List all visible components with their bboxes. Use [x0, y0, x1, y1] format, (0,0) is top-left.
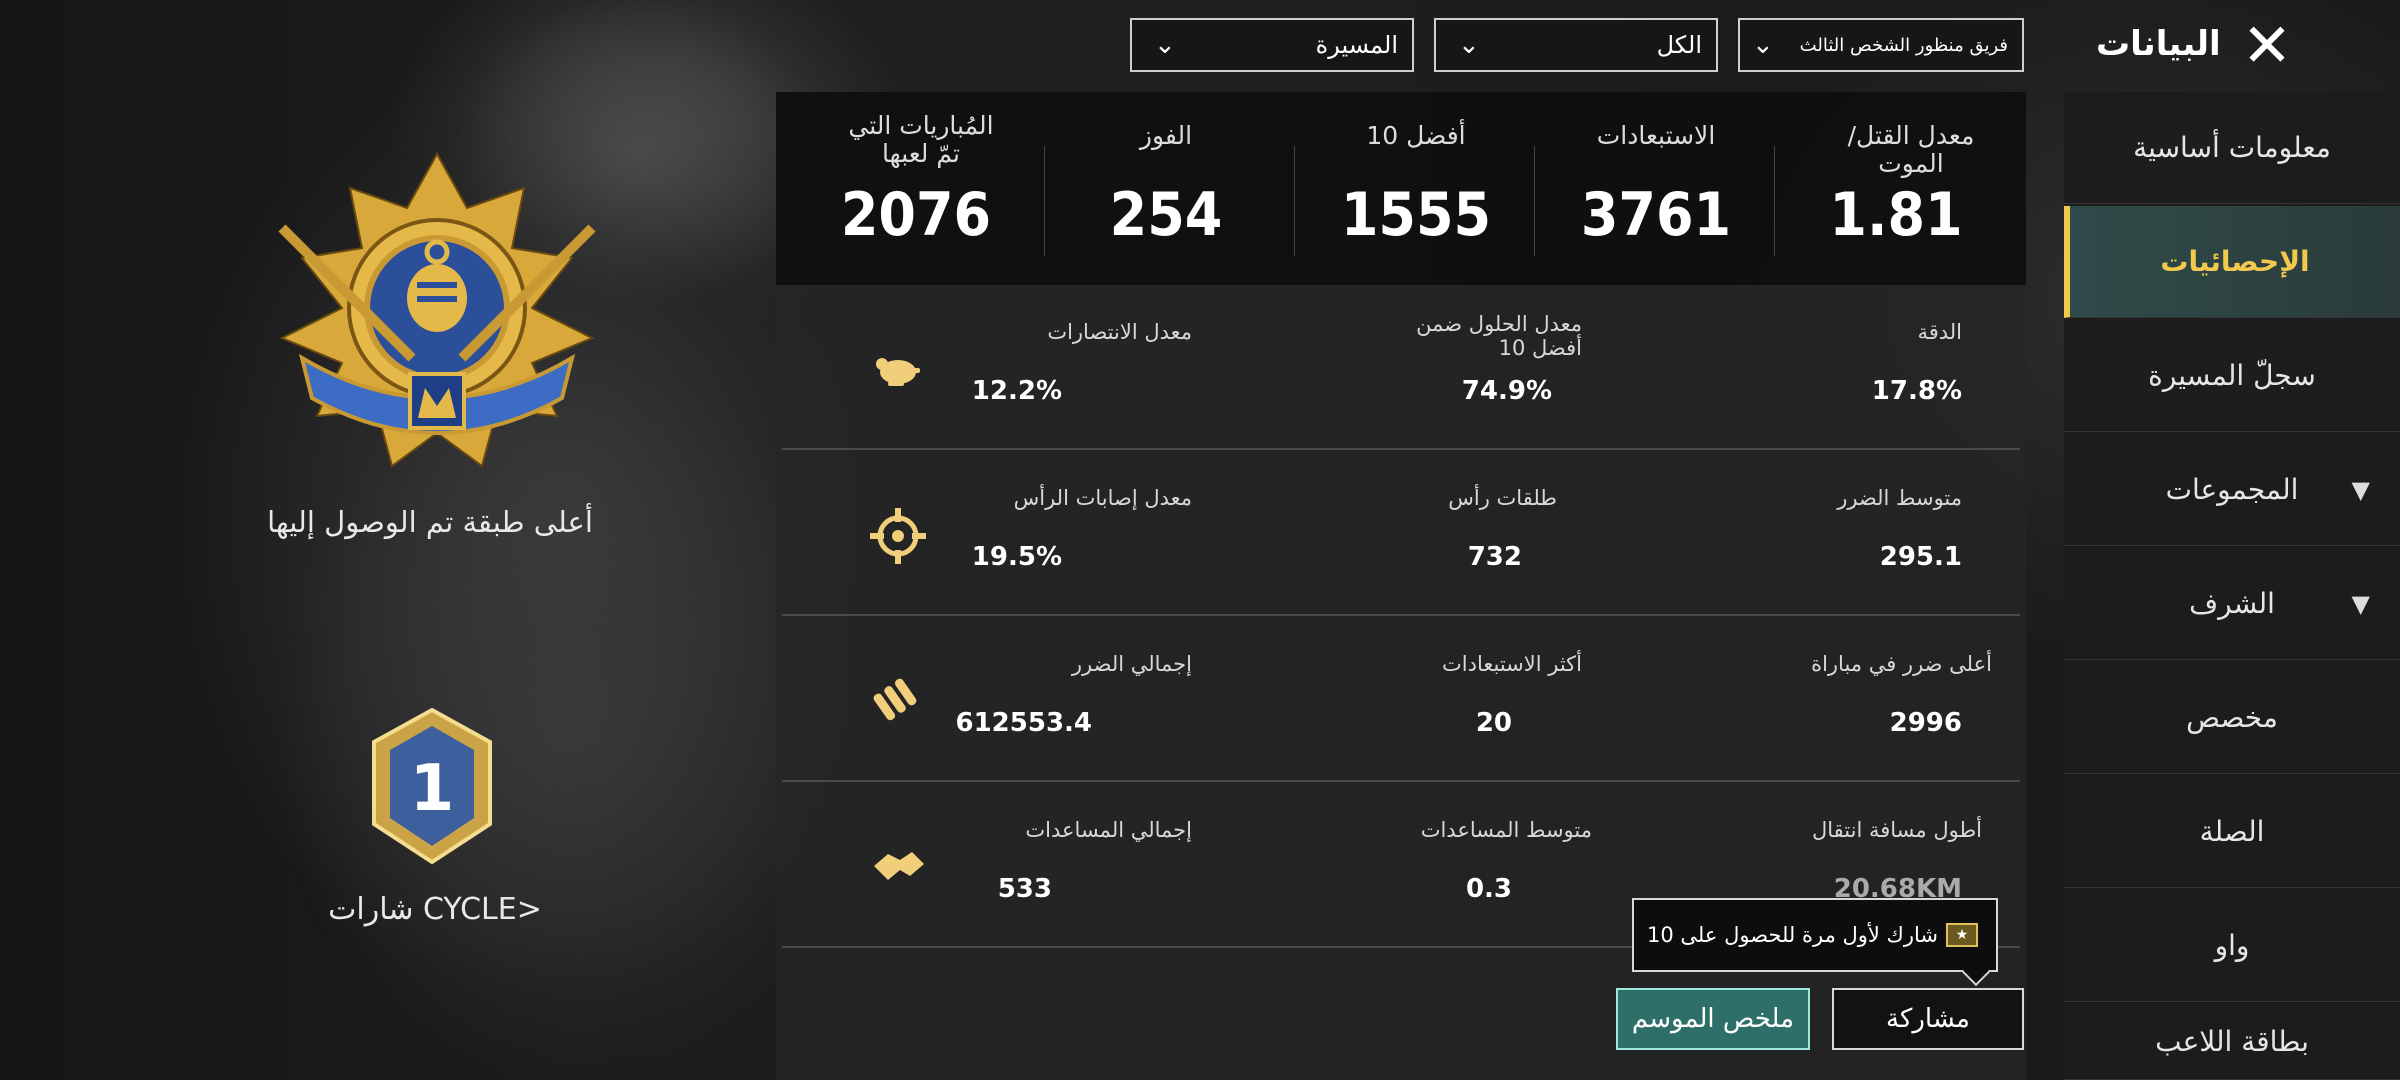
sidebar-item-wow[interactable]: واو [2064, 890, 2400, 1002]
close-icon[interactable]: ✕ [2232, 16, 2302, 76]
stat-top10-rate: معدل الحلول ضمن أفضل 10 74.9% [1416, 312, 1582, 406]
crosshair-icon [870, 508, 926, 564]
stat-total-assists: إجمالي المساعدات 533 [997, 818, 1192, 904]
triangle-down-icon: ▼ [2351, 475, 2370, 504]
summary-strip: معدل القتل/ الموت 1.81 الاستبعادات 3761 … [776, 92, 2026, 285]
summary-matches: المُباريات التي تمّ لعبها 2076 [840, 111, 994, 251]
stat-most-eliminations: أكثر الاستبعادات 20 [1442, 652, 1582, 738]
season-dropdown[interactable]: ⌄ الكل [1434, 18, 1718, 72]
sidebar-item-collections[interactable]: المجموعات ▼ [2064, 434, 2400, 546]
stat-avg-damage: متوسط الضرر 295.1 [1837, 486, 1962, 572]
mode-dropdown[interactable]: ⌄ المسيرة [1130, 18, 1414, 72]
stats-row: معدل الانتصارات 12.2% معدل الحلول ضمن أف… [782, 284, 2020, 450]
coupon-icon: ★ [1946, 923, 1978, 947]
chevron-down-icon: ⌄ [1154, 30, 1176, 60]
share-button[interactable]: مشاركة [1832, 988, 2024, 1050]
highest-tier-caption: أعلى طبقة تم الوصول إليها [267, 505, 593, 539]
stat-headshot-rate: معدل إصابات الرأس 19.5% [971, 486, 1192, 572]
cycle-number: 1 [410, 752, 455, 826]
summary-kd: معدل القتل/ الموت 1.81 [1829, 121, 1975, 251]
chevron-down-icon: ⌄ [1458, 30, 1480, 60]
stats-row: معدل إصابات الرأس 19.5% طلقات رأس 732 مت… [782, 450, 2020, 616]
bullets-icon [870, 674, 922, 726]
season-summary-button[interactable]: ملخص الموسم [1616, 988, 1810, 1050]
chicken-icon [870, 342, 922, 394]
handshake-icon [870, 840, 924, 892]
summary-eliminations: الاستبعادات 3761 [1580, 121, 1732, 251]
tier-badge-icon [278, 151, 596, 468]
cycle-badges-link[interactable]: شارات CYCLE> [320, 892, 550, 927]
sidebar-item-career-log[interactable]: سجلّ المسيرة [2064, 320, 2400, 432]
cycle-badge-icon[interactable]: 1 [366, 706, 498, 866]
stats-row: إجمالي الضرر 612553.4 أكثر الاستبعادات 2… [782, 616, 2020, 782]
sidebar-item-statistics[interactable]: الإحصائيات [2064, 206, 2400, 318]
sidebar-item-honor[interactable]: الشرف ▼ [2064, 548, 2400, 660]
sidebar-item-relation[interactable]: الصلة [2064, 776, 2400, 888]
share-reward-tooltip: شارك لأول مرة للحصول على 10 ★ [1632, 898, 1998, 987]
sidebar-item-custom[interactable]: مخصص [2064, 662, 2400, 774]
stat-most-damage: أعلى ضرر في مباراة 2996 [1811, 652, 1992, 738]
sidebar-item-player-card[interactable]: بطاقة اللاعب [2064, 1004, 2400, 1080]
stat-total-damage: إجمالي الضرر 612553.4 [955, 652, 1192, 738]
stat-accuracy: الدقة 17.8% [1871, 320, 1962, 406]
page-title: البيانات [2096, 24, 2221, 64]
divider [1294, 146, 1295, 256]
divider [1044, 146, 1045, 256]
summary-wins: الفوز 254 [1109, 121, 1223, 251]
sidebar-item-basic-info[interactable]: معلومات أساسية [2064, 92, 2400, 204]
chevron-down-icon: ⌄ [1752, 30, 1774, 60]
stat-win-rate: معدل الانتصارات 12.2% [971, 320, 1192, 406]
triangle-down-icon: ▼ [2351, 589, 2370, 618]
summary-top10: أفضل 10 1555 [1340, 121, 1492, 251]
sidebar: معلومات أساسية الإحصائيات سجلّ المسيرة ا… [2064, 92, 2400, 1080]
stat-headshots: طلقات رأس 732 [1448, 486, 1557, 572]
perspective-dropdown[interactable]: ⌄ فريق منظور الشخص الثالث [1738, 18, 2024, 72]
